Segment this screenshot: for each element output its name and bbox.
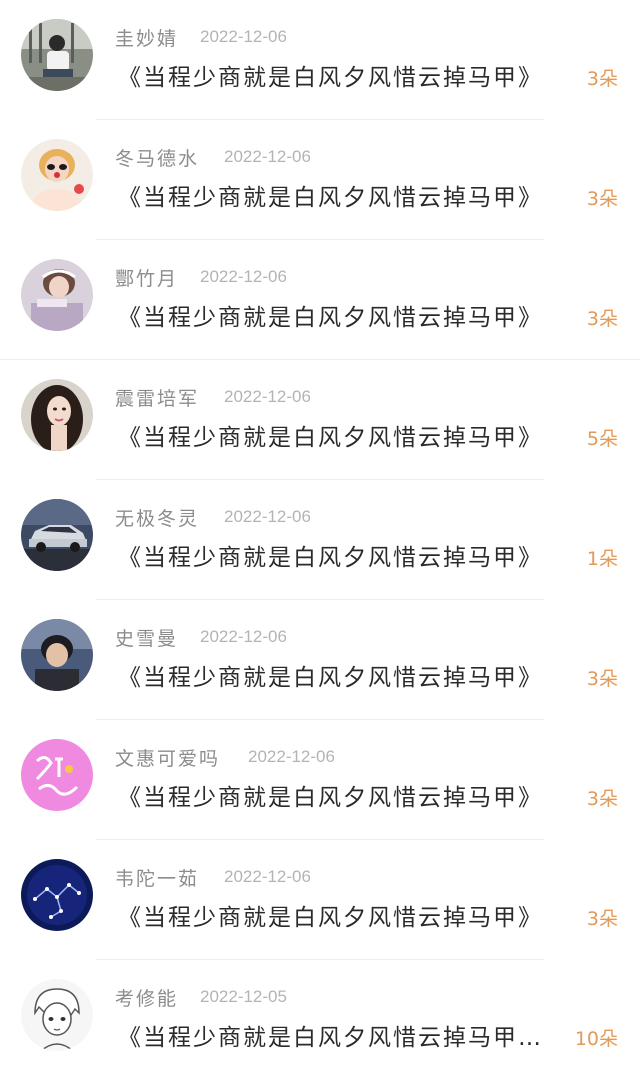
post-date: 2022-12-06 (200, 267, 287, 286)
user-avatar[interactable] (21, 859, 93, 931)
user-name: 酆竹月 (115, 268, 179, 290)
person-photo-icon (21, 619, 93, 691)
post-date: 2022-12-06 (248, 747, 335, 766)
book-title[interactable]: 《当程少商就是白风夕风惜云掉马甲》 (118, 178, 543, 212)
person-photo-icon (21, 259, 93, 331)
user-name: 考修能 (115, 988, 179, 1010)
user-avatar[interactable] (21, 379, 93, 451)
user-name: 震雷培军 (115, 388, 200, 410)
user-name: 冬马德水 (115, 148, 200, 170)
flower-count: 5朵 (586, 428, 618, 450)
user-name: 圭妙婧 (115, 28, 179, 50)
list-item[interactable]: 酆竹月 2022-12-06 《当程少商就是白风夕风惜云掉马甲》 3朵 (0, 240, 640, 360)
list-item[interactable]: 圭妙婧 2022-12-06 《当程少商就是白风夕风惜云掉马甲》 3朵 (0, 0, 640, 120)
list-item[interactable]: 考修能 2022-12-05 《当程少商就是白风夕风惜云掉马甲… 10朵 (0, 960, 640, 1080)
user-name: 文惠可爱吗 (115, 748, 221, 770)
list-item[interactable]: 韦陀一茹 2022-12-06 《当程少商就是白风夕风惜云掉马甲》 3朵 (0, 840, 640, 960)
flower-count: 3朵 (586, 668, 618, 690)
flower-count: 3朵 (586, 908, 618, 930)
book-title[interactable]: 《当程少商就是白风夕风惜云掉马甲》 (118, 58, 543, 92)
flower-count: 10朵 (574, 1028, 618, 1050)
post-date: 2022-12-06 (224, 867, 311, 886)
post-date: 2022-12-06 (200, 627, 287, 646)
book-title[interactable]: 《当程少商就是白风夕风惜云掉马甲》 (118, 298, 543, 332)
post-date: 2022-12-06 (224, 387, 311, 406)
person-photo-icon (21, 139, 93, 211)
user-avatar[interactable] (21, 499, 93, 571)
person-photo-icon (21, 379, 93, 451)
user-name: 韦陀一茹 (115, 868, 200, 890)
user-avatar[interactable] (21, 979, 93, 1051)
user-avatar[interactable] (21, 19, 93, 91)
flower-count: 3朵 (586, 788, 618, 810)
constellation-avatar-icon (21, 859, 93, 931)
post-date: 2022-12-06 (224, 507, 311, 526)
flower-count: 3朵 (586, 308, 618, 330)
book-title[interactable]: 《当程少商就是白风夕风惜云掉马甲》 (118, 778, 543, 812)
user-avatar[interactable] (21, 739, 93, 811)
book-title[interactable]: 《当程少商就是白风夕风惜云掉马甲》 (118, 898, 543, 932)
flower-count: 3朵 (586, 188, 618, 210)
post-date: 2022-12-05 (200, 987, 287, 1006)
book-title[interactable]: 《当程少商就是白风夕风惜云掉马甲… (118, 1018, 543, 1052)
user-avatar[interactable] (21, 619, 93, 691)
pink-text-avatar-icon (21, 739, 93, 811)
person-photo-icon (21, 19, 93, 91)
flower-count: 3朵 (586, 68, 618, 90)
user-name: 无极冬灵 (115, 508, 200, 530)
sketch-portrait-icon (21, 979, 93, 1051)
list-item[interactable]: 冬马德水 2022-12-06 《当程少商就是白风夕风惜云掉马甲》 3朵 (0, 120, 640, 240)
user-name: 史雪曼 (115, 628, 179, 650)
car-photo-icon (21, 499, 93, 571)
list-item[interactable]: 无极冬灵 2022-12-06 《当程少商就是白风夕风惜云掉马甲》 1朵 (0, 480, 640, 600)
post-date: 2022-12-06 (200, 27, 287, 46)
flower-count: 1朵 (586, 548, 618, 570)
book-title[interactable]: 《当程少商就是白风夕风惜云掉马甲》 (118, 418, 543, 452)
post-date: 2022-12-06 (224, 147, 311, 166)
list-item[interactable]: 文惠可爱吗 2022-12-06 《当程少商就是白风夕风惜云掉马甲》 3朵 (0, 720, 640, 840)
user-avatar[interactable] (21, 259, 93, 331)
book-title[interactable]: 《当程少商就是白风夕风惜云掉马甲》 (118, 658, 543, 692)
list-item[interactable]: 史雪曼 2022-12-06 《当程少商就是白风夕风惜云掉马甲》 3朵 (0, 600, 640, 720)
list-item[interactable]: 震雷培军 2022-12-06 《当程少商就是白风夕风惜云掉马甲》 5朵 (0, 360, 640, 480)
book-title[interactable]: 《当程少商就是白风夕风惜云掉马甲》 (118, 538, 543, 572)
user-avatar[interactable] (21, 139, 93, 211)
gift-ranking-list: 圭妙婧 2022-12-06 《当程少商就是白风夕风惜云掉马甲》 3朵 冬马德水… (0, 0, 640, 1067)
